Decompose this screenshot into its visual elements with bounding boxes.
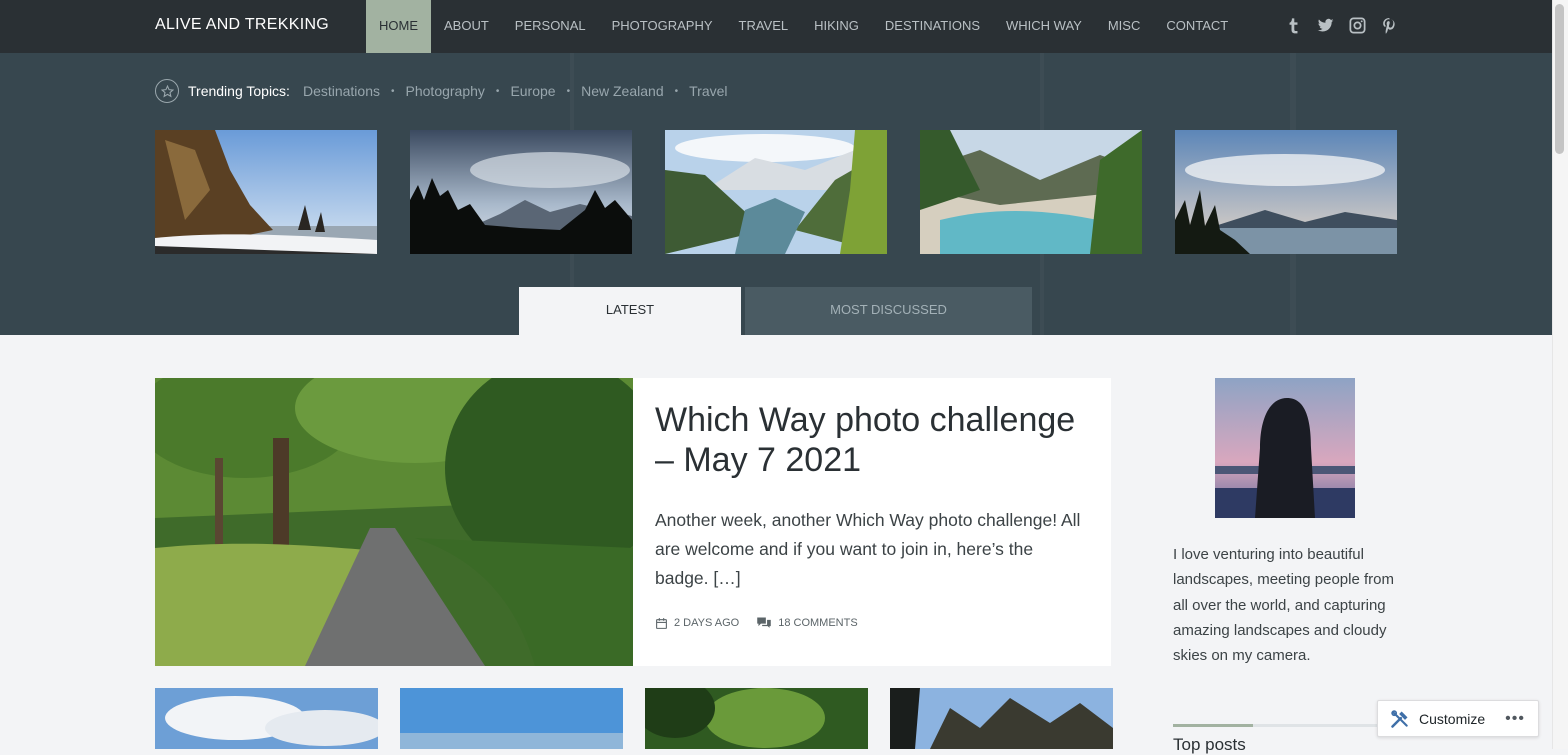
- nav-about[interactable]: ABOUT: [431, 0, 502, 53]
- separator-dot: •: [566, 85, 571, 97]
- widget-title-top-posts: Top posts: [1173, 735, 1246, 754]
- featured-post-title[interactable]: Which Way photo challenge – May 7 2021: [655, 400, 1085, 480]
- tumblr-icon[interactable]: [1284, 16, 1303, 35]
- post-thumb[interactable]: [400, 688, 623, 749]
- separator-dot: •: [495, 85, 500, 97]
- tools-icon: [1391, 709, 1408, 728]
- trending-topic-photography[interactable]: Photography: [406, 83, 485, 99]
- author-avatar: [1215, 378, 1355, 518]
- customize-button[interactable]: Customize •••: [1377, 700, 1539, 737]
- main-nav: HOME ABOUT PERSONAL PHOTOGRAPHY TRAVEL H…: [366, 0, 1241, 53]
- trending-thumb-fjord[interactable]: [665, 130, 887, 254]
- post-thumb[interactable]: [645, 688, 868, 749]
- star-icon: [155, 79, 179, 103]
- comments-icon: [757, 617, 771, 628]
- nav-contact[interactable]: CONTACT: [1153, 0, 1241, 53]
- hero-section: Trending Topics: Destinations • Photogra…: [0, 53, 1552, 335]
- nav-which-way[interactable]: WHICH WAY: [993, 0, 1095, 53]
- trending-topic-travel[interactable]: Travel: [689, 83, 727, 99]
- customize-label: Customize: [1419, 710, 1486, 727]
- trending-label: Trending Topics:: [188, 83, 290, 99]
- post-comments-label: 18 COMMENTS: [778, 617, 858, 629]
- trending-topic-new-zealand[interactable]: New Zealand: [581, 83, 664, 99]
- scrollbar-thumb[interactable]: [1555, 4, 1564, 154]
- trending-thumb-river-valley[interactable]: [920, 130, 1142, 254]
- social-links: [1284, 16, 1399, 35]
- post-date[interactable]: 2 DAYS AGO: [655, 617, 739, 630]
- trending-thumb-cliffs[interactable]: [155, 130, 377, 254]
- post-date-label: 2 DAYS AGO: [674, 617, 740, 629]
- nav-travel[interactable]: TRAVEL: [726, 0, 802, 53]
- featured-post: Which Way photo challenge – May 7 2021 A…: [155, 378, 1111, 666]
- trending-thumb-forest-silhouette[interactable]: [410, 130, 632, 254]
- trending-thumbnails: [155, 130, 1397, 254]
- more-options-icon[interactable]: •••: [1505, 710, 1525, 728]
- post-meta: 2 DAYS AGO 18 COMMENTS: [655, 616, 875, 630]
- top-bar: ALIVE AND TREKKING HOME ABOUT PERSONAL P…: [0, 0, 1552, 53]
- widget-divider-accent: [1173, 724, 1253, 727]
- nav-personal[interactable]: PERSONAL: [502, 0, 599, 53]
- instagram-icon[interactable]: [1348, 16, 1367, 35]
- nav-misc[interactable]: MISC: [1095, 0, 1154, 53]
- calendar-icon: [656, 617, 667, 629]
- trending-topic-europe[interactable]: Europe: [510, 83, 555, 99]
- nav-destinations[interactable]: DESTINATIONS: [872, 0, 993, 53]
- separator-dot: •: [674, 85, 679, 97]
- nav-hiking[interactable]: HIKING: [801, 0, 872, 53]
- nav-photography[interactable]: PHOTOGRAPHY: [599, 0, 726, 53]
- trending-thumb-lake-sunset[interactable]: [1175, 130, 1397, 254]
- nav-home[interactable]: HOME: [366, 0, 431, 53]
- trending-topics: Trending Topics: Destinations • Photogra…: [155, 79, 728, 103]
- post-thumb[interactable]: [155, 688, 378, 749]
- separator-dot: •: [391, 85, 395, 97]
- tab-most-discussed[interactable]: MOST DISCUSSED: [745, 287, 1032, 335]
- post-grid: [155, 688, 1113, 749]
- post-comments[interactable]: 18 COMMENTS: [756, 616, 858, 630]
- pinterest-icon[interactable]: [1380, 16, 1399, 35]
- trending-topic-destinations[interactable]: Destinations: [303, 83, 380, 99]
- author-bio: I love venturing into beautiful landscap…: [1173, 546, 1394, 665]
- post-thumb[interactable]: [890, 688, 1113, 749]
- tab-latest[interactable]: LATEST: [519, 287, 741, 335]
- featured-post-excerpt: Another week, another Which Way photo ch…: [655, 510, 1081, 588]
- featured-post-image[interactable]: [155, 378, 633, 666]
- twitter-icon[interactable]: [1316, 16, 1335, 35]
- site-title[interactable]: ALIVE AND TREKKING: [155, 16, 329, 34]
